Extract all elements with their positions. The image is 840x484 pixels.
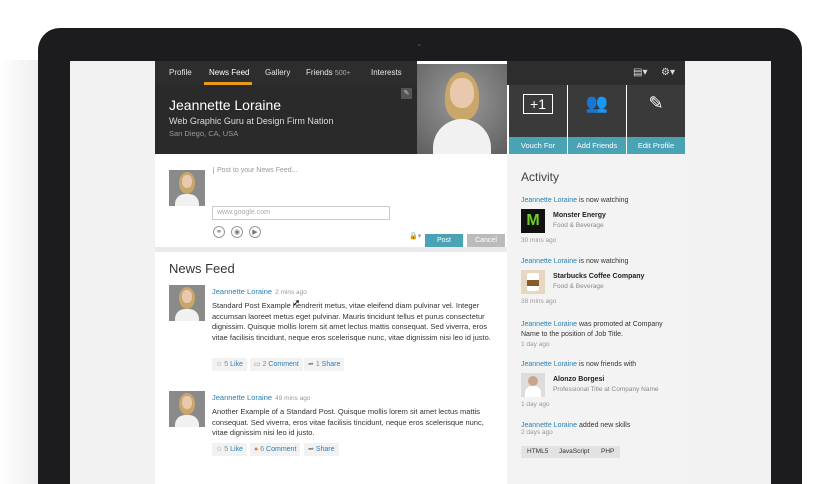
tab-interests[interactable]: Interests — [371, 68, 402, 77]
entity-category: Food & Beverage — [553, 222, 604, 229]
person-avatar — [521, 373, 545, 397]
skill-tags: HTML5 JavaScript PHP — [521, 446, 681, 458]
entity-name[interactable]: Starbucks Coffee Company — [553, 273, 644, 280]
background-shade — [0, 60, 38, 484]
post-time: 2 mins ago — [275, 289, 307, 296]
activity-time: 30 mins ago — [521, 237, 557, 244]
post-header: Jeannette Loraine 2 mins ago — [212, 287, 307, 296]
activity-item: Jeannette Loraine was promoted at Compan… — [521, 320, 681, 350]
post-actions: ☆ 5 Like ● 6 Comment ➦ Share — [212, 443, 412, 456]
lock-icon[interactable]: 🔒▾ — [409, 232, 421, 240]
add-friends-label: Add Friends — [568, 137, 626, 154]
app-window: Profile News Feed Gallery Friends 500+ I… — [155, 61, 685, 484]
activity-time: 1 day ago — [521, 341, 550, 348]
entity-name[interactable]: Alonzo Borgesi — [553, 376, 604, 383]
profile-header: Jeannette Loraine Web Graphic Guru at De… — [155, 85, 417, 154]
entity-name[interactable]: Monster Energy — [553, 212, 606, 219]
activity-user[interactable]: Jeannette Loraine — [521, 361, 577, 368]
header-tools: ▤▾ ⚙▾ — [507, 61, 685, 85]
activity-user[interactable]: Jeannette Loraine — [521, 258, 577, 265]
post-button[interactable]: Post — [425, 234, 463, 247]
starbucks-cup-icon — [521, 270, 545, 294]
top-nav: Profile News Feed Gallery Friends 500+ I… — [155, 61, 417, 85]
like-button[interactable]: ☆ 5 Like — [212, 443, 247, 456]
tab-news-feed[interactable]: News Feed — [209, 68, 249, 77]
device-screen: Profile News Feed Gallery Friends 500+ I… — [70, 61, 771, 484]
profile-name: Jeannette Loraine — [169, 97, 282, 113]
avatar — [169, 170, 205, 206]
activity-user[interactable]: Jeannette Loraine — [521, 197, 577, 204]
activity-item: Jeannette Loraine is now watching Starbu… — [521, 258, 645, 305]
tab-profile[interactable]: Profile — [169, 68, 192, 77]
cancel-button[interactable]: Cancel — [467, 234, 505, 247]
post-body: Standard Post Example hendrerit metus, v… — [212, 301, 491, 342]
skill-tag[interactable]: HTML5 — [521, 446, 555, 458]
profile-title: Web Graphic Guru at Design Firm Nation — [169, 116, 334, 126]
activity-panel: Activity Jeannette Loraine is now watchi… — [507, 154, 685, 484]
post-composer: Post to your News Feed... www.google.com… — [155, 154, 507, 247]
activity-time: 2 days ago — [521, 429, 553, 436]
tab-friends[interactable]: Friends 500+ — [306, 68, 351, 77]
pencil-icon: ✎ — [648, 93, 664, 113]
video-icon[interactable]: ▶ — [249, 226, 261, 238]
post-actions: ☆ 5 Like ▭ 2 Comment ➦ 1 Share — [212, 358, 412, 371]
tab-friends-label: Friends — [306, 68, 333, 77]
vouch-for-button[interactable]: +1 Vouch For — [509, 85, 567, 154]
tab-gallery[interactable]: Gallery — [265, 68, 290, 77]
activity-item: Jeannette Loraine added new skills 2 day… — [521, 422, 681, 458]
url-input[interactable]: www.google.com — [212, 206, 390, 220]
add-user-icon: 👥 — [585, 93, 609, 113]
edit-profile-label: Edit Profile — [627, 137, 685, 154]
edit-profile-button[interactable]: ✎ Edit Profile — [627, 85, 685, 154]
post-time: 49 mins ago — [275, 395, 311, 402]
post-author[interactable]: Jeannette Loraine — [212, 287, 272, 296]
activity-time: 38 mins ago — [521, 298, 557, 305]
post-body: Another Example of a Standard Post. Quis… — [212, 407, 484, 437]
skill-tag[interactable]: JavaScript — [553, 446, 596, 458]
share-button[interactable]: ➦ 1 Share — [304, 358, 345, 371]
share-button[interactable]: ➦ Share — [304, 443, 339, 456]
like-button[interactable]: ☆ 5 Like — [212, 358, 247, 371]
camera-icon[interactable]: ◉ — [231, 226, 243, 238]
post-header: Jeannette Loraine 49 mins ago — [212, 393, 310, 402]
activity-time: 1 day ago — [521, 401, 550, 408]
add-friends-button[interactable]: 👥 Add Friends — [568, 85, 626, 154]
profile-photo — [417, 64, 507, 154]
gear-icon[interactable]: ⚙▾ — [661, 67, 675, 78]
monster-logo-icon: M — [521, 209, 545, 233]
divider — [155, 247, 507, 252]
camera-icon: ⌄ — [416, 39, 423, 48]
feed-title: News Feed — [169, 261, 235, 276]
activity-item: Jeannette Loraine is now friends with Al… — [521, 361, 659, 408]
post-input[interactable]: Post to your News Feed... — [213, 167, 298, 174]
mouse-cursor-icon: ➚ — [292, 298, 301, 309]
entity-category: Food & Beverage — [553, 283, 604, 290]
vouch-for-label: Vouch For — [509, 137, 567, 154]
link-icon[interactable]: ⚭ — [213, 226, 225, 238]
comment-button[interactable]: ● 6 Comment — [250, 443, 301, 456]
post-avatar — [169, 285, 205, 321]
edit-pencil-icon[interactable]: ✎ — [401, 88, 412, 99]
plus-one-icon: +1 — [509, 93, 567, 114]
activity-user[interactable]: Jeannette Loraine — [521, 422, 577, 429]
post-avatar — [169, 391, 205, 427]
entity-category: Professional Title at Company Name — [553, 386, 659, 393]
activity-user[interactable]: Jeannette Loraine — [521, 321, 577, 328]
friends-count: 500+ — [334, 70, 351, 77]
post-author[interactable]: Jeannette Loraine — [212, 393, 272, 402]
activity-title: Activity — [521, 170, 560, 184]
comment-button[interactable]: ▭ 2 Comment — [250, 358, 303, 371]
skill-tag[interactable]: PHP — [595, 446, 621, 458]
document-icon[interactable]: ▤▾ — [633, 67, 647, 78]
profile-location: San Diego, CA, USA — [169, 129, 239, 138]
activity-item: Jeannette Loraine is now watching M Mons… — [521, 197, 629, 244]
